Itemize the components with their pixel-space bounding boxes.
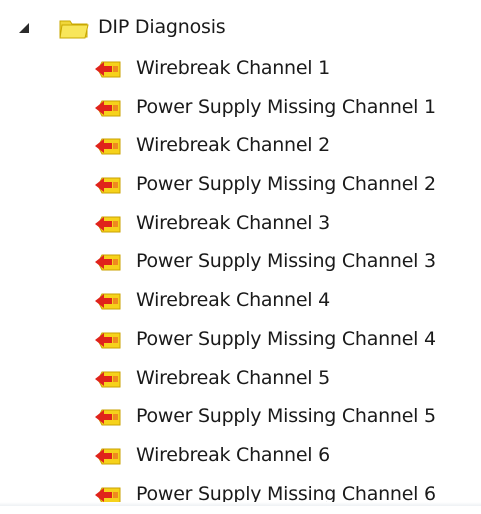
tree-node-label: Power Supply Missing Channel 4 bbox=[136, 327, 436, 350]
diagnostic-tag-icon bbox=[95, 177, 121, 194]
tree-node-label: Power Supply Missing Channel 2 bbox=[136, 173, 436, 196]
tree-node-diagnostic-item[interactable]: Wirebreak Channel 6 bbox=[0, 437, 481, 476]
diagnostic-tag-icon bbox=[95, 293, 121, 310]
tree-view: DIP Diagnosis Wirebreak Channel 1 Power S… bbox=[0, 0, 481, 506]
diagnostic-tag-icon bbox=[95, 216, 121, 233]
diagnostic-tag-icon bbox=[95, 448, 121, 465]
tree-node-label: Power Supply Missing Channel 3 bbox=[136, 250, 436, 273]
tree-node-label: DIP Diagnosis bbox=[98, 16, 226, 38]
tree-node-label: Wirebreak Channel 3 bbox=[136, 211, 330, 234]
tree-node-diagnostic-item[interactable]: Power Supply Missing Channel 4 bbox=[0, 321, 481, 360]
tree-node-label: Wirebreak Channel 2 bbox=[136, 134, 330, 157]
tree-node-dip-diagnosis[interactable]: DIP Diagnosis bbox=[0, 12, 481, 44]
diagnostic-tag-icon bbox=[95, 254, 121, 271]
tree-node-diagnostic-item[interactable]: Power Supply Missing Channel 5 bbox=[0, 398, 481, 437]
expand-triangle-icon[interactable] bbox=[17, 21, 31, 35]
tree-node-diagnostic-item[interactable]: Power Supply Missing Channel 3 bbox=[0, 243, 481, 282]
tree-node-label: Power Supply Missing Channel 1 bbox=[136, 95, 436, 118]
diagnostic-tag-icon bbox=[95, 487, 121, 504]
tree-node-label: Wirebreak Channel 5 bbox=[136, 366, 330, 389]
tree-node-diagnostic-item[interactable]: Power Supply Missing Channel 2 bbox=[0, 166, 481, 205]
diagnostic-tag-icon bbox=[95, 371, 121, 387]
tree-node-diagnostic-item[interactable]: Power Supply Missing Channel 1 bbox=[0, 89, 481, 128]
tree-node-diagnostic-item[interactable]: Wirebreak Channel 3 bbox=[0, 205, 481, 244]
tree-node-label: Wirebreak Channel 1 bbox=[136, 57, 330, 79]
tree-node-diagnostic-item[interactable]: Wirebreak Channel 5 bbox=[0, 360, 481, 399]
tree-node-diagnostic-item[interactable]: Power Supply Missing Channel 6 bbox=[0, 476, 481, 514]
tree-node-label: Power Supply Missing Channel 6 bbox=[136, 482, 436, 505]
tree-node-diagnostic-item[interactable]: Wirebreak Channel 4 bbox=[0, 282, 481, 321]
tree-node-label: Power Supply Missing Channel 5 bbox=[136, 405, 436, 428]
tree-node-diagnostic-item[interactable]: Wirebreak Channel 2 bbox=[0, 127, 481, 166]
tree-children: Wirebreak Channel 1 Power Supply Missing … bbox=[0, 50, 481, 514]
folder-icon bbox=[59, 20, 89, 39]
diagnostic-tag-icon bbox=[95, 138, 121, 155]
diagnostic-tag-icon bbox=[95, 332, 121, 349]
diagnostic-tag-icon bbox=[95, 61, 121, 78]
tree-node-diagnostic-item[interactable]: Wirebreak Channel 1 bbox=[0, 50, 481, 89]
tree-node-label: Wirebreak Channel 6 bbox=[136, 443, 330, 466]
diagnostic-tag-icon bbox=[95, 100, 121, 117]
diagnostic-tag-icon bbox=[95, 409, 121, 426]
tree-node-label: Wirebreak Channel 4 bbox=[136, 289, 330, 312]
